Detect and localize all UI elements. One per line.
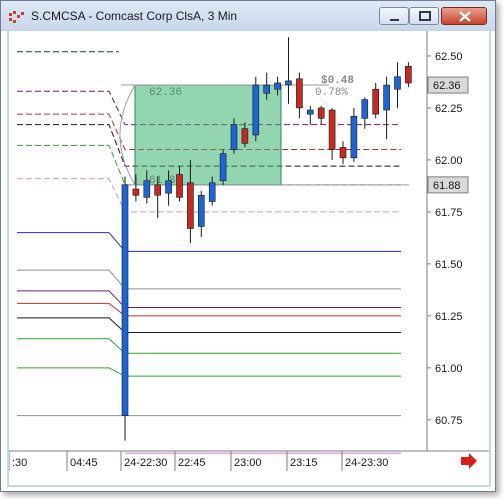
candle-body — [219, 153, 227, 182]
time-axis: :30 04:45 24-22:30 22:45 23:00 23:15 24-23:30 — [8, 451, 388, 471]
candle-body — [306, 109, 314, 115]
candle-body — [198, 194, 205, 227]
arrow-right-icon — [461, 453, 477, 469]
candle — [252, 76, 260, 142]
close-icon — [459, 11, 471, 22]
y-tick-label: 61.50 — [435, 259, 463, 271]
minimize-button[interactable] — [379, 7, 409, 25]
x-tick-label: 24-22:30 — [124, 457, 167, 469]
candle — [219, 149, 227, 185]
scroll-right-button[interactable] — [461, 453, 477, 469]
minimize-icon — [390, 19, 399, 21]
candle-body — [252, 84, 260, 136]
maximize-button[interactable] — [409, 7, 439, 25]
candle-body — [383, 84, 390, 111]
crosshair-price-tag: 61.88 — [433, 180, 461, 192]
close-button[interactable] — [441, 7, 487, 25]
candle — [350, 107, 358, 162]
y-tick-label: 62.00 — [435, 155, 463, 167]
title-bar[interactable]: S.CMCSA - Comcast Corp ClsA, 3 Min — [1, 1, 495, 31]
x-tick-label: 23:00 — [234, 457, 262, 469]
y-tick-label: 61.75 — [435, 207, 463, 219]
candle-body — [405, 66, 412, 84]
measure-change-pct-label: 0.78% — [315, 87, 348, 99]
candlestick-chart[interactable]: 62.36 61.88 $0.480.78% 62.50 62.25 62.00 61.7… — [8, 31, 489, 485]
candle-body — [176, 174, 183, 198]
chart-window: S.CMCSA - Comcast Corp ClsA, 3 Min 62.36… — [0, 0, 496, 492]
y-tick-label: 60.75 — [435, 415, 463, 427]
candle-body — [230, 124, 238, 150]
measure-change-label: $0.48 — [321, 75, 354, 87]
candle-body — [317, 107, 325, 119]
x-tick-label: 04:45 — [70, 457, 98, 469]
candle-body — [187, 182, 194, 229]
candle-body — [328, 109, 336, 150]
x-tick-label: 24-23:30 — [345, 457, 388, 469]
candle-body — [154, 184, 161, 196]
candle-body — [132, 188, 140, 196]
candle-body — [241, 128, 249, 144]
candle-body — [296, 78, 303, 109]
measure-box[interactable] — [134, 84, 282, 186]
candle — [121, 176, 129, 441]
candle-body — [350, 115, 358, 159]
last-price-tag: 62.36 — [433, 80, 461, 92]
measure-start-label: 62.36 — [149, 87, 182, 99]
candle-body — [121, 184, 129, 416]
candle-body — [274, 82, 281, 90]
y-tick-label: 61.25 — [435, 311, 463, 323]
x-tick-label: :30 — [12, 457, 27, 469]
maximize-icon — [419, 11, 431, 21]
candle-body — [339, 147, 347, 159]
candle-body — [372, 88, 380, 115]
price-axis: 62.50 62.25 62.00 61.75 61.50 61.25 61.00 60.75… — [427, 51, 469, 427]
x-tick-label: 22:45 — [178, 457, 206, 469]
y-tick-label: 62.25 — [435, 103, 463, 115]
y-tick-label: 62.50 — [435, 51, 463, 63]
candle-body — [263, 84, 270, 94]
chart-frame: 62.36 61.88 $0.480.78% 62.50 62.25 62.00 61.7… — [7, 31, 491, 487]
y-tick-label: 61.00 — [435, 363, 463, 375]
window-title: S.CMCSA - Comcast Corp ClsA, 3 Min — [31, 9, 238, 23]
candle-body — [208, 182, 216, 202]
chart-app-icon — [9, 11, 24, 23]
x-tick-label: 23:15 — [290, 457, 318, 469]
candle-body — [361, 99, 369, 119]
candle-body — [143, 180, 151, 198]
candle-body — [285, 80, 292, 86]
candle-body — [394, 76, 401, 90]
candle-body — [165, 180, 172, 194]
